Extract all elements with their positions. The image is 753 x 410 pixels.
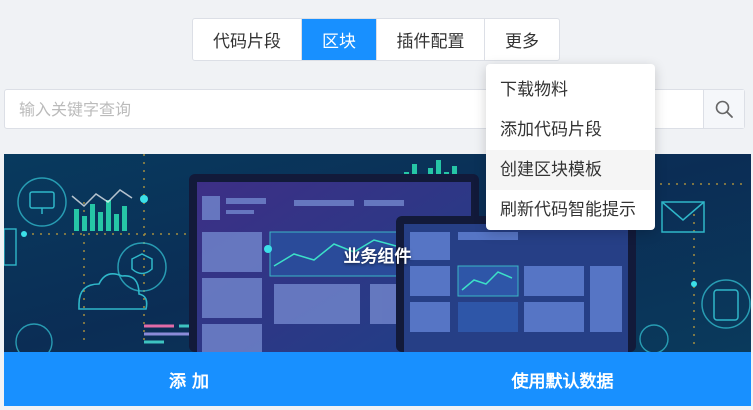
- tab-plugin-config[interactable]: 插件配置: [377, 19, 485, 60]
- use-default-data-button[interactable]: 使用默认数据: [374, 352, 751, 406]
- tab-code-snippet[interactable]: 代码片段: [193, 19, 302, 60]
- action-bar: 添 加 使用默认数据: [4, 352, 751, 406]
- tab-group: 代码片段 区块 插件配置 更多: [192, 18, 560, 61]
- card-title: 业务组件: [343, 247, 412, 267]
- menu-item-add-code-snippet[interactable]: 添加代码片段: [486, 110, 655, 150]
- menu-item-create-block-template[interactable]: 创建区块模板: [486, 150, 655, 190]
- menu-item-download-materials[interactable]: 下载物料: [486, 70, 655, 110]
- tab-block[interactable]: 区块: [302, 19, 377, 60]
- search-button[interactable]: [703, 90, 744, 128]
- more-dropdown-menu: 下载物料 添加代码片段 创建区块模板 刷新代码智能提示: [486, 64, 655, 230]
- menu-item-refresh-code-hints[interactable]: 刷新代码智能提示: [486, 190, 655, 230]
- add-button[interactable]: 添 加: [4, 352, 374, 406]
- tab-more[interactable]: 更多: [485, 19, 559, 60]
- search-icon: [715, 100, 733, 118]
